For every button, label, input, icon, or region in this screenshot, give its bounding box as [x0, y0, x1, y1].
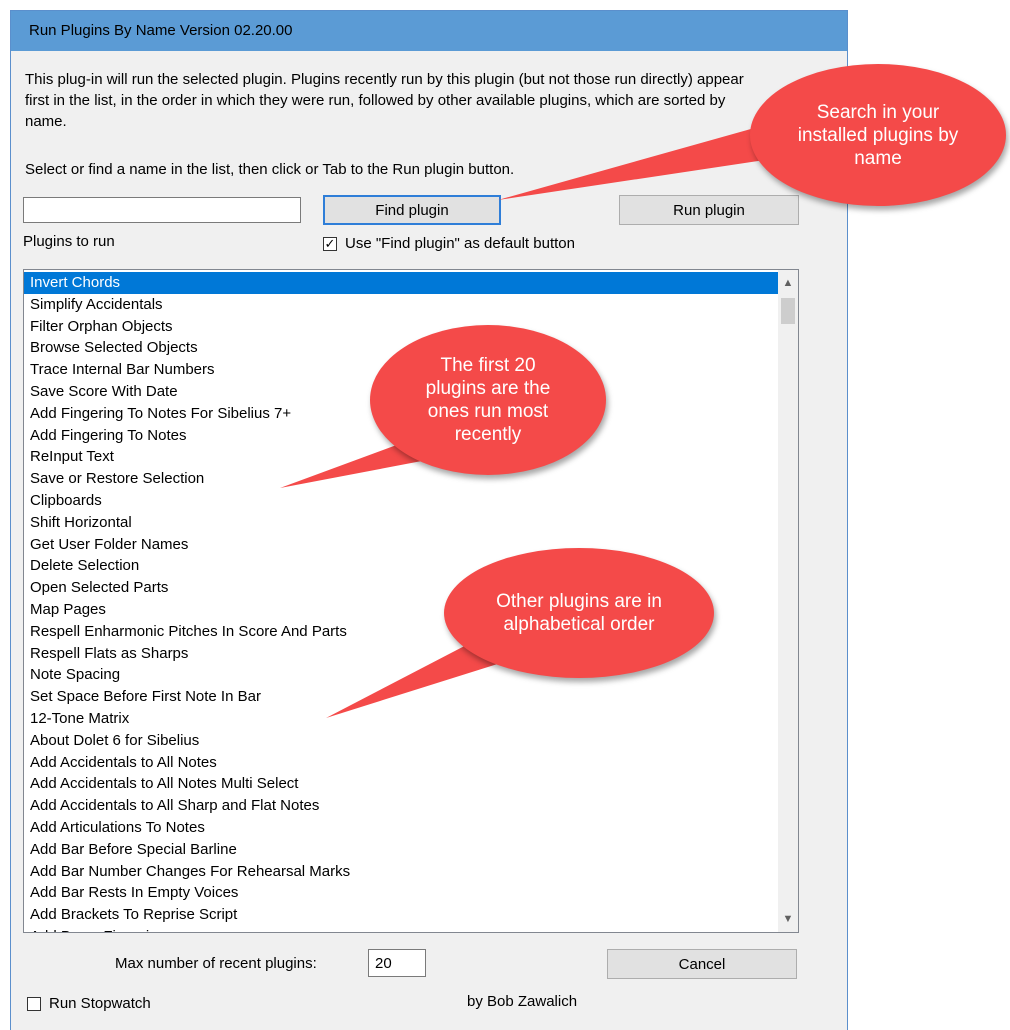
plugin-list-item[interactable]: Add Bar Rests In Empty Voices — [24, 882, 778, 904]
plugin-list-item[interactable]: Get User Folder Names — [24, 534, 778, 556]
max-recent-label: Max number of recent plugins: — [115, 955, 317, 972]
max-recent-input[interactable] — [368, 949, 426, 977]
plugin-list-item[interactable]: Set Space Before First Note In Bar — [24, 686, 778, 708]
default-button-checkbox[interactable]: ✓ — [323, 237, 337, 251]
find-plugin-button[interactable]: Find plugin — [323, 195, 501, 225]
recent-callout: The first 20 plugins are the ones run mo… — [370, 325, 606, 475]
instructions-text: Select or find a name in the list, then … — [25, 161, 515, 178]
plugin-list-item[interactable]: 12-Tone Matrix — [24, 708, 778, 730]
search-input[interactable] — [23, 197, 301, 223]
plugin-list-item[interactable]: About Dolet 6 for Sibelius — [24, 730, 778, 752]
run-plugins-dialog: Run Plugins By Name Version 02.20.00 Thi… — [10, 10, 848, 1030]
cancel-button[interactable]: Cancel — [607, 949, 797, 979]
alpha-callout: Other plugins are in alphabetical order — [444, 548, 714, 678]
intro-text: This plug-in will run the selected plugi… — [25, 71, 744, 130]
plugin-list-item[interactable]: Shift Horizontal — [24, 512, 778, 534]
plugin-list-item[interactable]: Clipboards — [24, 490, 778, 512]
window-title: Run Plugins By Name Version 02.20.00 — [29, 22, 293, 39]
search-callout: Search in your installed plugins by name — [750, 64, 1006, 206]
recent-callout-text: The first 20 plugins are the ones run mo… — [425, 355, 551, 445]
plugin-list-item[interactable]: Add Accidentals to All Notes Multi Selec… — [24, 773, 778, 795]
plugin-list-item[interactable]: Add Accidentals to All Sharp and Flat No… — [24, 795, 778, 817]
plugin-list-item[interactable]: Add Brass Fingering — [24, 926, 778, 932]
plugin-list-item[interactable]: Add Brackets To Reprise Script — [24, 904, 778, 926]
plugin-list-item[interactable]: Add Articulations To Notes — [24, 817, 778, 839]
title-bar[interactable]: Run Plugins By Name Version 02.20.00 — [11, 11, 847, 51]
scroll-thumb[interactable] — [781, 298, 795, 324]
plugin-list-item[interactable]: Save or Restore Selection — [24, 468, 778, 490]
plugin-list-item[interactable]: Simplify Accidentals — [24, 294, 778, 316]
author-credit: by Bob Zawalich — [467, 993, 578, 1010]
plugin-list-item[interactable]: Note Spacing — [24, 664, 778, 686]
plugin-list-item[interactable]: Filter Orphan Objects — [24, 316, 778, 338]
plugin-list-item[interactable]: Add Bar Before Special Barline — [24, 839, 778, 861]
default-button-label: Use "Find plugin" as default button — [345, 235, 575, 252]
scroll-up-arrow-icon[interactable]: ▲ — [778, 274, 798, 292]
plugins-to-run-label: Plugins to run — [23, 233, 115, 250]
run-plugin-button[interactable]: Run plugin — [619, 195, 799, 225]
plugin-list-item[interactable]: Invert Chords — [24, 272, 778, 294]
plugin-list-item[interactable]: Add Bar Number Changes For Rehearsal Mar… — [24, 861, 778, 883]
search-callout-text: Search in your installed plugins by name — [797, 101, 959, 169]
plugin-list-item[interactable]: Add Accidentals to All Notes — [24, 752, 778, 774]
alpha-callout-text: Other plugins are in alphabetical order — [496, 591, 662, 635]
run-stopwatch-checkbox[interactable] — [27, 997, 41, 1011]
run-stopwatch-label: Run Stopwatch — [49, 995, 151, 1012]
scroll-down-arrow-icon[interactable]: ▼ — [778, 910, 798, 928]
vertical-scrollbar[interactable]: ▲ ▼ — [778, 270, 798, 932]
